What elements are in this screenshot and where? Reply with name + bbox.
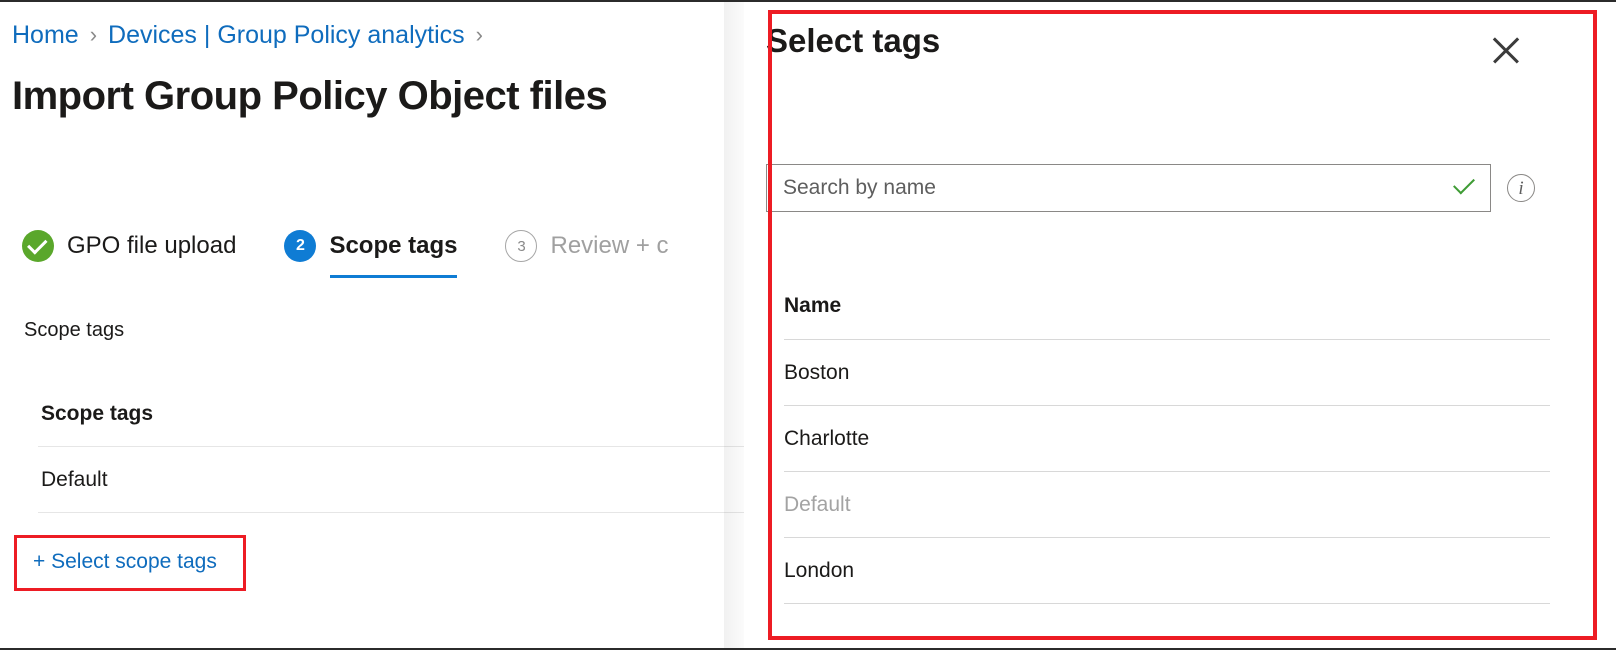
screenshot-root: Home › Devices | Group Policy analytics … bbox=[0, 0, 1616, 650]
search-row: i bbox=[766, 164, 1535, 212]
breadcrumb-item-home[interactable]: Home bbox=[12, 20, 79, 50]
list-item[interactable]: Charlotte bbox=[784, 406, 1550, 472]
select-scope-tags-button[interactable]: + Select scope tags bbox=[33, 550, 217, 573]
main-content-pane: Home › Devices | Group Policy analytics … bbox=[0, 2, 752, 648]
wizard-step-scope-tags[interactable]: 2 Scope tags bbox=[284, 230, 457, 278]
search-box[interactable] bbox=[766, 164, 1491, 212]
step-number-badge-2: 2 bbox=[284, 230, 316, 262]
active-step-underline bbox=[330, 275, 457, 279]
list-item[interactable]: Boston bbox=[784, 340, 1550, 406]
scope-tags-table-header: Scope tags bbox=[38, 402, 750, 447]
close-icon[interactable] bbox=[1486, 30, 1526, 70]
tags-list-header-name: Name bbox=[784, 294, 1550, 340]
list-item[interactable]: London bbox=[784, 538, 1550, 604]
select-scope-tags-highlight: + Select scope tags bbox=[14, 535, 246, 591]
breadcrumb: Home › Devices | Group Policy analytics … bbox=[12, 20, 494, 50]
info-icon[interactable]: i bbox=[1507, 174, 1535, 202]
step-number-badge-3: 3 bbox=[505, 230, 537, 262]
scope-tags-table: Scope tags Default bbox=[38, 402, 750, 513]
check-circle-icon bbox=[22, 230, 54, 262]
select-tags-flyout: Select tags i Name Boston Charlotte Defa… bbox=[744, 2, 1616, 648]
page-title: Import Group Policy Object files bbox=[12, 74, 607, 119]
wizard-steps: GPO file upload 2 Scope tags 3 Review + … bbox=[22, 230, 669, 278]
section-caption: Scope tags bbox=[24, 319, 124, 342]
chevron-right-icon: › bbox=[90, 20, 97, 50]
table-row: Default bbox=[38, 447, 750, 513]
chevron-right-icon-2: › bbox=[476, 20, 483, 50]
wizard-step-review-create[interactable]: 3 Review + c bbox=[505, 230, 668, 278]
list-item: Default bbox=[784, 472, 1550, 538]
flyout-title: Select tags bbox=[766, 22, 940, 60]
wizard-step-label-1: GPO file upload bbox=[67, 232, 236, 260]
breadcrumb-item-devices[interactable]: Devices | Group Policy analytics bbox=[108, 20, 465, 50]
tags-list: Name Boston Charlotte Default London bbox=[784, 294, 1550, 604]
wizard-step-gpo-file-upload[interactable]: GPO file upload bbox=[22, 230, 236, 278]
wizard-step-label-2: Scope tags bbox=[329, 232, 457, 260]
wizard-step-label-3: Review + c bbox=[550, 232, 668, 260]
search-input[interactable] bbox=[767, 165, 1490, 211]
